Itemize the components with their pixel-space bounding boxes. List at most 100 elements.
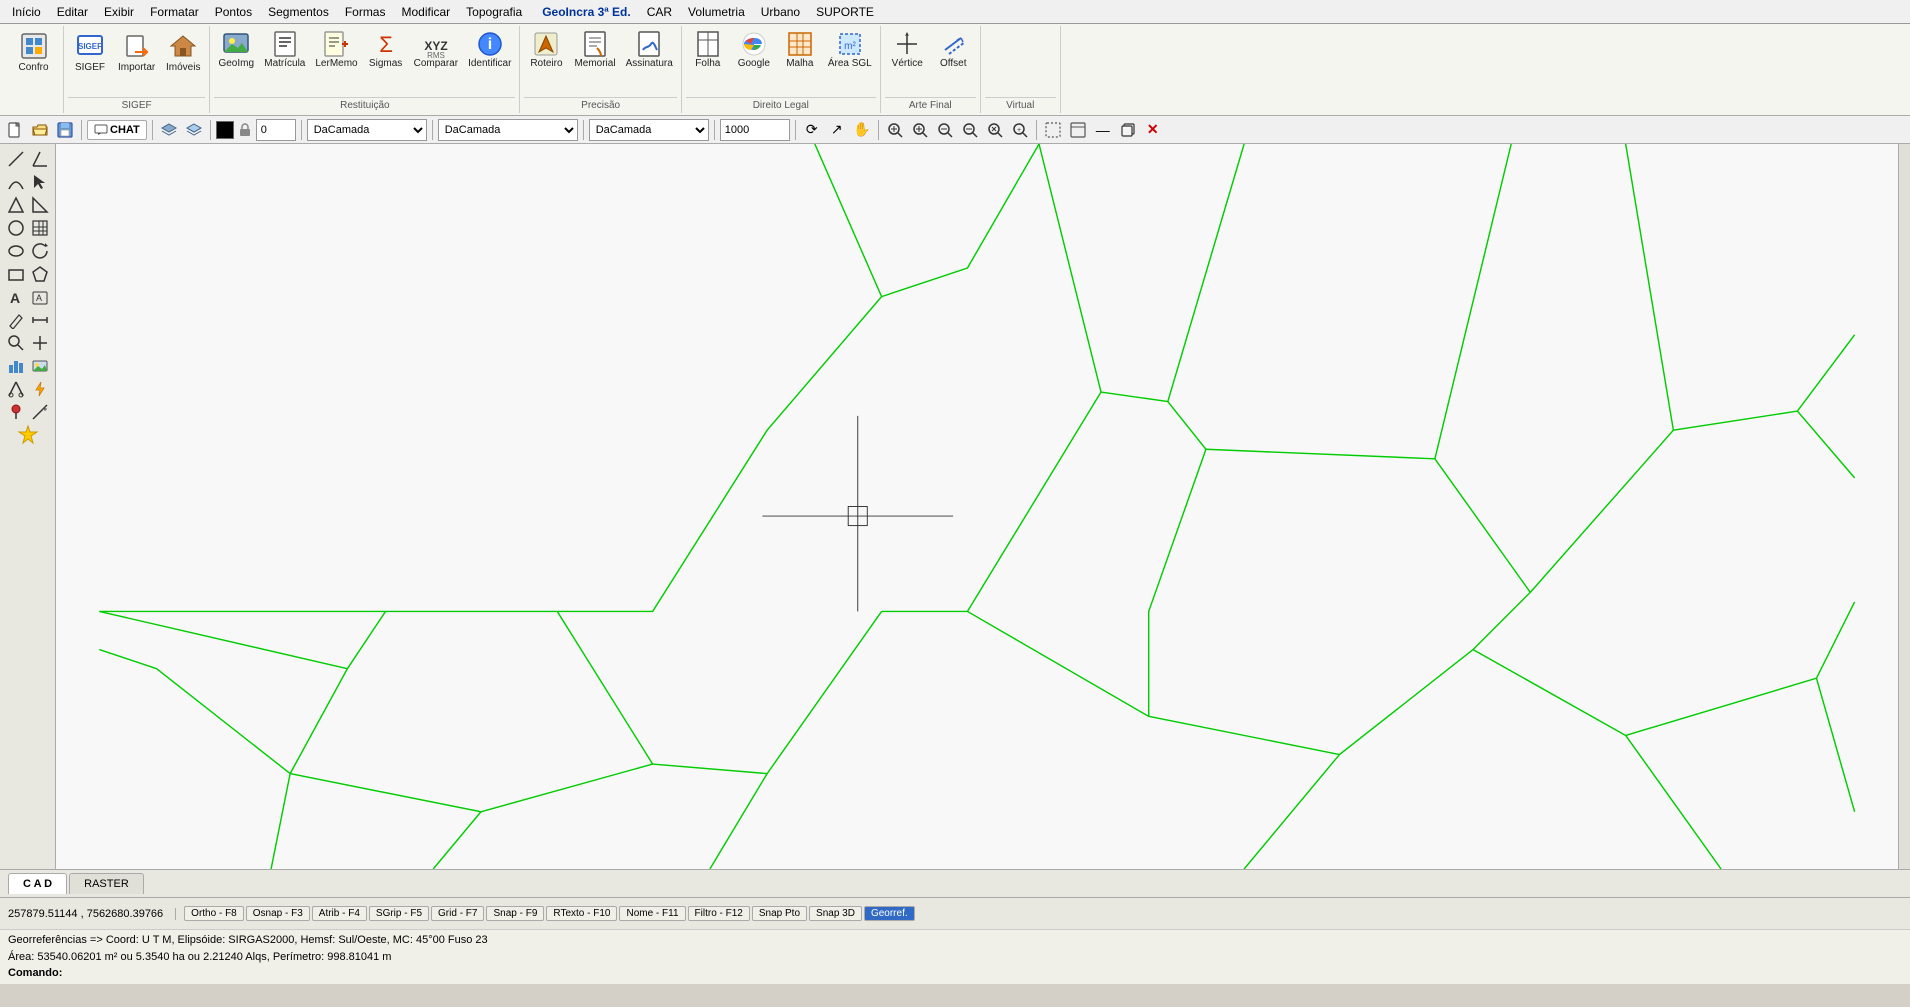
lermemo-button[interactable]: LerMemo [311, 28, 361, 71]
image-tool[interactable] [28, 355, 51, 377]
rtexto-button[interactable]: RTexto - F10 [546, 906, 617, 921]
zoom-all-button[interactable] [984, 119, 1006, 141]
zoom-scale-button[interactable]: + [1009, 119, 1031, 141]
roteiro-button[interactable]: Roteiro [524, 28, 568, 71]
area-sgl-button[interactable]: m² Área SGL [824, 28, 876, 71]
imoveis-button[interactable]: Imóveis [161, 28, 205, 75]
chart-tool[interactable] [4, 355, 27, 377]
draw-triangle-tool[interactable] [4, 194, 27, 216]
minimize-button[interactable]: — [1092, 119, 1114, 141]
menu-formas[interactable]: Formas [337, 3, 394, 21]
assinatura-button[interactable]: Assinatura [622, 28, 677, 71]
confro-button[interactable]: Confro [12, 28, 56, 75]
save-file-button[interactable] [54, 119, 76, 141]
close-button[interactable]: ✕ [1142, 119, 1164, 141]
memorial-button[interactable]: Memorial [570, 28, 619, 71]
zoom-out-button[interactable] [934, 119, 956, 141]
color-value-input[interactable] [256, 119, 296, 141]
sigef-btn[interactable]: SIGEF SIGEF [68, 28, 112, 75]
snap-angle-button[interactable]: ⟳ [801, 119, 823, 141]
draw-angle-tool[interactable] [28, 148, 51, 170]
tab-raster[interactable]: RASTER [69, 873, 144, 894]
importar-button[interactable]: Importar [114, 28, 159, 75]
identificar-button[interactable]: i Identificar [464, 28, 515, 71]
georref-button[interactable]: Georref. [864, 906, 915, 921]
zoom-in-button[interactable] [909, 119, 931, 141]
color-swatch[interactable] [216, 121, 234, 139]
menu-pontos[interactable]: Pontos [207, 3, 260, 21]
folha-button[interactable]: Folha [686, 28, 730, 71]
menu-geoincra[interactable]: GeoIncra 3ª Ed. [534, 3, 638, 21]
menu-formatar[interactable]: Formatar [142, 3, 207, 21]
sigmas-button[interactable]: Σ Sigmas [364, 28, 408, 71]
pan-button[interactable]: ✋ [851, 119, 873, 141]
snap-point-button[interactable]: ↗ [826, 119, 848, 141]
osnap-button[interactable]: Osnap - F3 [246, 906, 310, 921]
ortho-button[interactable]: Ortho - F8 [184, 906, 244, 921]
linestyle-select[interactable]: DaCamada [438, 119, 578, 141]
open-file-button[interactable] [29, 119, 51, 141]
sgrip-button[interactable]: SGrip - F5 [369, 906, 429, 921]
command-input[interactable] [65, 967, 465, 979]
pencil-tool[interactable] [4, 309, 27, 331]
matricula-button[interactable]: Matrícula [260, 28, 309, 71]
pin-tool[interactable] [4, 401, 27, 423]
snap-pto-button[interactable]: Snap Pto [752, 906, 807, 921]
menu-volumetria[interactable]: Volumetria [680, 3, 753, 21]
layers-button[interactable] [158, 119, 180, 141]
new-file-button[interactable] [4, 119, 26, 141]
menu-inicio[interactable]: Início [4, 3, 49, 21]
menu-exibir[interactable]: Exibir [96, 3, 142, 21]
measure-tool[interactable] [28, 309, 51, 331]
lightning-tool[interactable] [28, 378, 51, 400]
draw-line-tool[interactable] [4, 148, 27, 170]
cut-tool[interactable] [4, 378, 27, 400]
menu-suporte[interactable]: SUPORTE [808, 3, 882, 21]
atrib-button[interactable]: Atrib - F4 [312, 906, 367, 921]
draw-rtriangle-tool[interactable] [28, 194, 51, 216]
zoom-out2-button[interactable] [959, 119, 981, 141]
menu-car[interactable]: CAR [639, 3, 680, 21]
zoom-tool[interactable] [4, 332, 27, 354]
offset-button[interactable]: Offset [931, 28, 975, 71]
geoimg-button[interactable]: GeoImg [214, 28, 258, 71]
layer-select[interactable]: DaCamada [307, 119, 427, 141]
draw-ellipse-tool[interactable] [4, 240, 27, 262]
select-tool[interactable] [28, 171, 51, 193]
snap-3d-button[interactable]: Snap 3D [809, 906, 862, 921]
menu-modificar[interactable]: Modificar [393, 3, 458, 21]
zoom-extent-button[interactable] [884, 119, 906, 141]
menu-segmentos[interactable]: Segmentos [260, 3, 337, 21]
menu-topografia[interactable]: Topografia [458, 3, 530, 21]
restore-button[interactable] [1117, 119, 1139, 141]
text-tool[interactable]: A [4, 286, 27, 308]
draw-polygon-tool[interactable] [28, 263, 51, 285]
malha-button[interactable]: Malha [778, 28, 822, 71]
draw-grid-tool[interactable] [28, 217, 51, 239]
google-button[interactable]: Google [732, 28, 776, 71]
grid-button[interactable]: Grid - F7 [431, 906, 484, 921]
layers2-button[interactable] [183, 119, 205, 141]
measure2-tool[interactable] [28, 401, 51, 423]
filtro-button[interactable]: Filtro - F12 [688, 906, 750, 921]
chat-button[interactable]: CHAT [87, 120, 147, 140]
star-tool[interactable] [4, 424, 52, 446]
draw-rect-tool[interactable] [4, 263, 27, 285]
menu-editar[interactable]: Editar [49, 3, 96, 21]
scale-input[interactable] [720, 119, 790, 141]
tab-cad[interactable]: C A D [8, 873, 67, 894]
thickness-select[interactable]: DaCamada [589, 119, 709, 141]
snap-button[interactable]: Snap - F9 [486, 906, 544, 921]
vertice-button[interactable]: Vértice [885, 28, 929, 71]
rotate-tool[interactable] [28, 240, 51, 262]
add-point-tool[interactable] [28, 332, 51, 354]
comparar-button[interactable]: XYZ RMS Comparar [410, 28, 462, 71]
nome-button[interactable]: Nome - F11 [619, 906, 685, 921]
select-button[interactable] [1042, 119, 1064, 141]
draw-circle-tool[interactable] [4, 217, 27, 239]
menu-urbano[interactable]: Urbano [753, 3, 808, 21]
mtext-tool[interactable]: A [28, 286, 51, 308]
draw-arc-tool[interactable] [4, 171, 27, 193]
canvas-area[interactable] [56, 144, 1898, 869]
window-button[interactable] [1067, 119, 1089, 141]
